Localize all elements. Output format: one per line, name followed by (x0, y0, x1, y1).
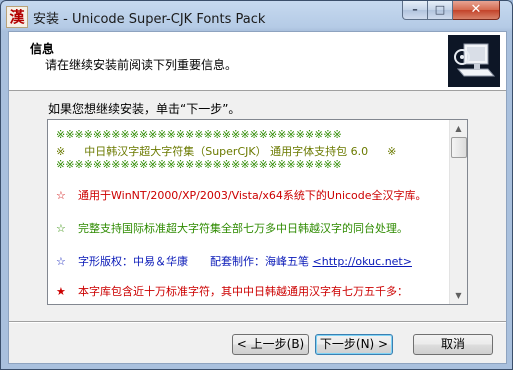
close-button[interactable]: ✕ (453, 1, 500, 20)
wizard-header: 信息 请在继续安装前阅读下列重要信息。 (9, 32, 506, 91)
banner-right-mark: ※ (387, 145, 397, 158)
list-item: ☆ 通用于WinNT/2000/XP/2003/Vista/x64系统下的Unic… (56, 187, 427, 203)
next-button[interactable]: 下一步(N) > (315, 334, 393, 355)
page-subtitle: 请在继续安装前阅读下列重要信息。 (45, 58, 238, 72)
list-item: ☆ 完整支持国际标准超大字符集全部七万多中日韩越汉字的同台处理。 (56, 220, 408, 236)
page-title: 信息 (30, 42, 55, 56)
computer-install-icon (448, 35, 500, 87)
banner-text: 中日韩汉字超大字符集（SuperCJK） 通用字体支持包 6.0 (84, 145, 369, 158)
maximize-button[interactable]: □ (428, 1, 453, 20)
window-title: 安装 - Unicode Super-CJK Fonts Pack (33, 12, 266, 27)
website-link[interactable]: <http://okuc.net> (313, 255, 412, 268)
app-icon: 漢 (6, 6, 28, 28)
list-item-text: 完整支持国际标准超大字符集全部七万多中日韩越汉字的同台处理。 (78, 222, 408, 235)
list-item-text: 通用于WinNT/2000/XP/2003/Vista/x64系统下的Unico… (78, 189, 427, 202)
banner-left-mark: ※ (56, 145, 66, 158)
title-bar[interactable]: 漢 安装 - Unicode Super-CJK Fonts Pack – □ … (1, 1, 512, 31)
readme-textbox[interactable]: ※※※※※※※※※※※※※※※※※※※※※※※※※※※※※※※ ※ 中日韩汉字超… (47, 119, 468, 305)
star-outline-icon: ☆ (56, 222, 66, 235)
list-item-text: 字形版权：中易＆华康 配套制作：海峰五笔 (78, 255, 309, 268)
scrollbar-thumb[interactable] (451, 137, 467, 158)
star-outline-icon: ☆ (56, 189, 66, 202)
stars-divider-bottom: ※※※※※※※※※※※※※※※※※※※※※※※※※※※※※※※ (56, 158, 342, 171)
list-item: ★ 本字库包含近十万标准字符，其中中日韩越通用汉字有七万五千多： (56, 283, 408, 299)
button-area-divider (9, 321, 506, 323)
intro-text: 如果您想继续安装，单击“下一步”。 (48, 102, 241, 116)
star-filled-icon: ★ (56, 285, 66, 298)
star-outline-icon: ☆ (56, 255, 66, 268)
installer-window: 漢 安装 - Unicode Super-CJK Fonts Pack – □ … (0, 0, 513, 370)
list-item-text: 本字库包含近十万标准字符，其中中日韩越通用汉字有七万五千多： (78, 285, 408, 298)
scroll-up-arrow-icon[interactable]: ▲ (450, 120, 467, 137)
back-button[interactable]: < 上一步(B) (232, 334, 309, 355)
readme-content: ※※※※※※※※※※※※※※※※※※※※※※※※※※※※※※※ ※ 中日韩汉字超… (48, 120, 448, 304)
minimize-button[interactable]: – (402, 1, 428, 20)
cancel-button[interactable]: 取消 (413, 334, 493, 355)
vertical-scrollbar[interactable]: ▲ ▼ (449, 120, 467, 304)
stars-divider-top: ※※※※※※※※※※※※※※※※※※※※※※※※※※※※※※※ (56, 128, 342, 141)
banner-line: ※ 中日韩汉字超大字符集（SuperCJK） 通用字体支持包 6.0 ※ (56, 143, 396, 159)
list-item: ☆ 字形版权：中易＆华康 配套制作：海峰五笔 <http://okuc.net> (56, 253, 412, 269)
wizard-client-area: 信息 请在继续安装前阅读下列重要信息。 如果您想继续安装，单击“下一步”。 ※※… (8, 31, 507, 364)
scroll-down-arrow-icon[interactable]: ▼ (450, 287, 467, 304)
